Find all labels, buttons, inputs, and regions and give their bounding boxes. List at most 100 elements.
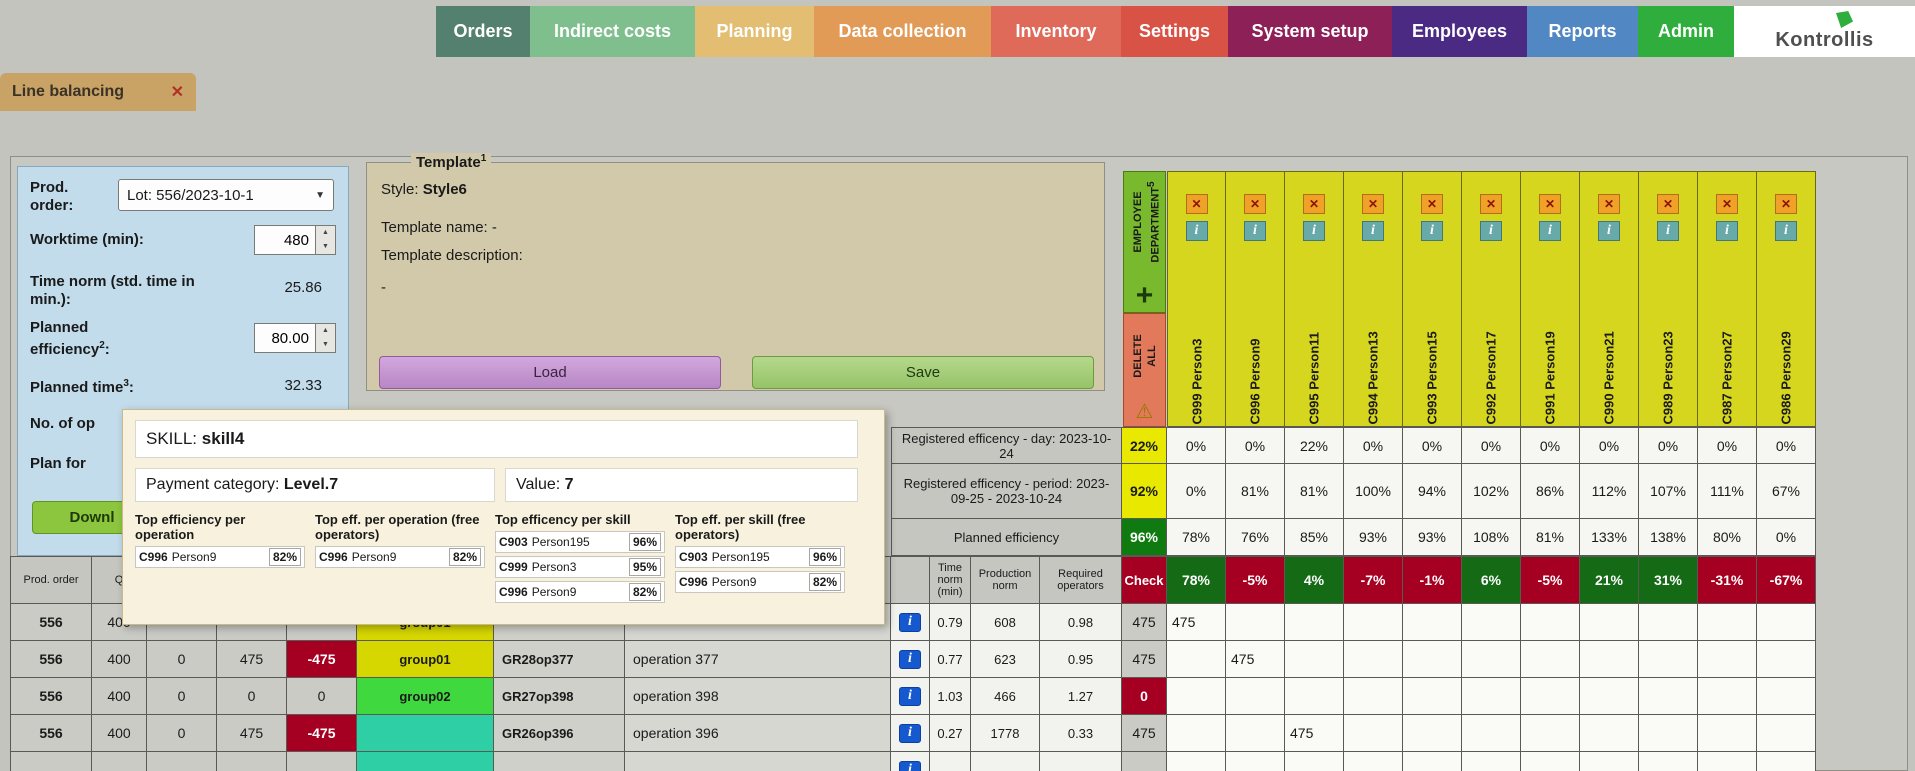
remove-employee-icon[interactable]: ✕	[1421, 194, 1443, 214]
cell-assignment[interactable]	[1698, 604, 1757, 641]
cell-assignment[interactable]	[1698, 678, 1757, 715]
cell-assignment[interactable]	[1344, 604, 1403, 641]
cell-assignment[interactable]	[1167, 752, 1226, 771]
cell-assignment[interactable]	[1462, 752, 1521, 771]
nav-employees[interactable]: Employees	[1392, 6, 1527, 57]
cell-assignment[interactable]	[1344, 678, 1403, 715]
stepper-up-icon[interactable]: ▲	[316, 324, 335, 338]
nav-reports[interactable]: Reports	[1527, 6, 1638, 57]
cell-assignment[interactable]	[1757, 678, 1816, 715]
cell-assignment[interactable]	[1226, 752, 1285, 771]
cell-assignment[interactable]	[1167, 641, 1226, 678]
tab-line-balancing[interactable]: Line balancing ✕	[0, 73, 196, 111]
cell-assignment[interactable]	[1285, 641, 1344, 678]
cell-assignment[interactable]	[1462, 604, 1521, 641]
cell-assignment[interactable]	[1521, 678, 1580, 715]
cell-assignment[interactable]	[1639, 678, 1698, 715]
cell-assignment[interactable]	[1403, 641, 1462, 678]
cell-assignment[interactable]	[1521, 752, 1580, 771]
stepper-up-icon[interactable]: ▲	[316, 226, 335, 240]
remove-employee-icon[interactable]: ✕	[1185, 194, 1208, 214]
cell-assignment[interactable]: 475	[1167, 604, 1226, 641]
delete-all-button[interactable]: DELETE ALL ⚠	[1123, 313, 1166, 427]
cell-assignment[interactable]	[1226, 715, 1285, 752]
cell-assignment[interactable]	[1757, 641, 1816, 678]
operation-info-button[interactable]: i	[899, 649, 921, 669]
planned-efficiency-stepper[interactable]: ▲ ▼	[316, 323, 336, 353]
cell-assignment[interactable]	[1757, 752, 1816, 771]
employee-info-icon[interactable]: i	[1244, 221, 1266, 241]
cell-assignment[interactable]	[1344, 752, 1403, 771]
cell-assignment[interactable]	[1403, 715, 1462, 752]
cell-assignment[interactable]	[1639, 604, 1698, 641]
cell-assignment[interactable]	[1226, 678, 1285, 715]
save-button[interactable]: Save	[752, 356, 1094, 389]
cell-assignment[interactable]	[1698, 641, 1757, 678]
nav-inventory[interactable]: Inventory	[991, 6, 1121, 57]
employee-info-icon[interactable]: i	[1480, 221, 1502, 241]
prod-order-select[interactable]: Lot: 556/2023-10-1 ▼	[118, 179, 334, 211]
nav-orders[interactable]: Orders	[436, 6, 530, 57]
nav-data-collection[interactable]: Data collection	[814, 6, 991, 57]
cell-assignment[interactable]	[1580, 752, 1639, 771]
cell-assignment[interactable]	[1226, 604, 1285, 641]
nav-indirect-costs[interactable]: Indirect costs	[530, 6, 695, 57]
stepper-down-icon[interactable]: ▼	[316, 240, 335, 254]
cell-assignment[interactable]	[1639, 641, 1698, 678]
stepper-down-icon[interactable]: ▼	[316, 338, 335, 352]
cell-assignment[interactable]	[1167, 715, 1226, 752]
cell-assignment[interactable]	[1757, 715, 1816, 752]
cell-assignment[interactable]	[1285, 604, 1344, 641]
cell-assignment[interactable]	[1521, 715, 1580, 752]
cell-assignment[interactable]	[1344, 641, 1403, 678]
employee-info-icon[interactable]: i	[1421, 221, 1443, 241]
cell-assignment[interactable]	[1698, 752, 1757, 771]
cell-assignment[interactable]	[1403, 604, 1462, 641]
cell-assignment[interactable]	[1403, 678, 1462, 715]
worktime-input[interactable]	[254, 225, 316, 255]
cell-assignment[interactable]: 475	[1285, 715, 1344, 752]
cell-assignment[interactable]	[1167, 678, 1226, 715]
cell-assignment[interactable]	[1285, 752, 1344, 771]
operation-info-button[interactable]: i	[899, 612, 921, 632]
remove-employee-icon[interactable]: ✕	[1362, 194, 1384, 214]
remove-employee-icon[interactable]: ✕	[1775, 194, 1797, 214]
cell-assignment[interactable]	[1580, 604, 1639, 641]
cell-assignment[interactable]	[1698, 715, 1757, 752]
employee-info-icon[interactable]: i	[1539, 221, 1561, 241]
employee-info-icon[interactable]: i	[1598, 221, 1620, 241]
operation-info-button[interactable]: i	[899, 760, 921, 771]
cell-assignment[interactable]	[1403, 752, 1462, 771]
cell-assignment[interactable]	[1462, 678, 1521, 715]
worktime-stepper[interactable]: ▲ ▼	[316, 225, 336, 255]
cell-assignment[interactable]	[1580, 641, 1639, 678]
remove-employee-icon[interactable]: ✕	[1303, 194, 1325, 214]
operation-info-button[interactable]: i	[899, 686, 921, 706]
cell-assignment[interactable]	[1344, 715, 1403, 752]
cell-assignment[interactable]	[1639, 715, 1698, 752]
remove-employee-icon[interactable]: ✕	[1716, 194, 1738, 214]
nav-settings[interactable]: Settings	[1121, 6, 1228, 57]
employee-info-icon[interactable]: i	[1303, 221, 1325, 241]
load-button[interactable]: Load	[379, 356, 721, 389]
nav-admin[interactable]: Admin	[1638, 6, 1734, 57]
cell-assignment[interactable]	[1757, 604, 1816, 641]
employee-info-icon[interactable]: i	[1775, 221, 1797, 241]
employee-info-icon[interactable]: i	[1716, 221, 1738, 241]
cell-assignment[interactable]	[1521, 641, 1580, 678]
add-employee-button[interactable]: +	[1124, 280, 1165, 312]
remove-employee-icon[interactable]: ✕	[1539, 194, 1561, 214]
cell-assignment[interactable]	[1462, 641, 1521, 678]
employee-info-icon[interactable]: i	[1362, 221, 1384, 241]
cell-assignment[interactable]	[1521, 604, 1580, 641]
tab-close-icon[interactable]: ✕	[171, 82, 184, 102]
cell-assignment[interactable]: 475	[1226, 641, 1285, 678]
cell-assignment[interactable]	[1285, 678, 1344, 715]
cell-assignment[interactable]	[1462, 715, 1521, 752]
cell-assignment[interactable]	[1580, 678, 1639, 715]
cell-assignment[interactable]	[1580, 715, 1639, 752]
employee-info-icon[interactable]: i	[1657, 221, 1679, 241]
cell-assignment[interactable]	[1639, 752, 1698, 771]
nav-planning[interactable]: Planning	[695, 6, 814, 57]
remove-employee-icon[interactable]: ✕	[1480, 194, 1502, 214]
